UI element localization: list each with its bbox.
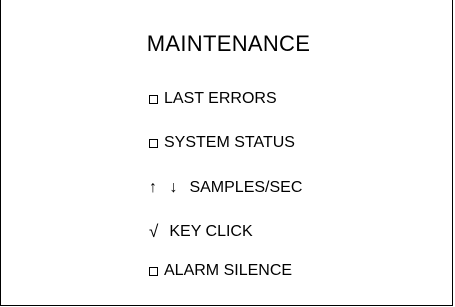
menu-item-label: ALARM SILENCE xyxy=(164,262,293,279)
checkbox-icon[interactable] xyxy=(149,139,158,148)
menu-item-system-status[interactable]: SYSTEM STATUS xyxy=(149,132,295,154)
menu-item-key-click[interactable]: √ KEY CLICK xyxy=(149,221,253,243)
menu-item-label: LAST ERRORS xyxy=(164,90,277,107)
menu-item-samples-per-sec[interactable]: ↑ ↓ SAMPLES/SEC xyxy=(149,177,302,199)
menu-title: MAINTENANCE xyxy=(146,31,311,56)
checkmark-icon[interactable]: √ xyxy=(149,222,158,242)
checkbox-icon[interactable] xyxy=(149,267,158,276)
menu-item-alarm-silence[interactable]: ALARM SILENCE xyxy=(149,260,292,282)
menu-item-last-errors[interactable]: LAST ERRORS xyxy=(149,88,277,110)
menu-item-label: SYSTEM STATUS xyxy=(164,134,295,151)
menu-item-label: SAMPLES/SEC xyxy=(189,179,303,196)
maintenance-panel: MAINTENANCE LAST ERRORS SYSTEM STATUS ↑ … xyxy=(0,0,453,306)
checkbox-icon[interactable] xyxy=(149,95,158,104)
up-down-arrows-icon[interactable]: ↑ ↓ xyxy=(149,179,181,197)
menu-item-label: KEY CLICK xyxy=(169,223,253,240)
